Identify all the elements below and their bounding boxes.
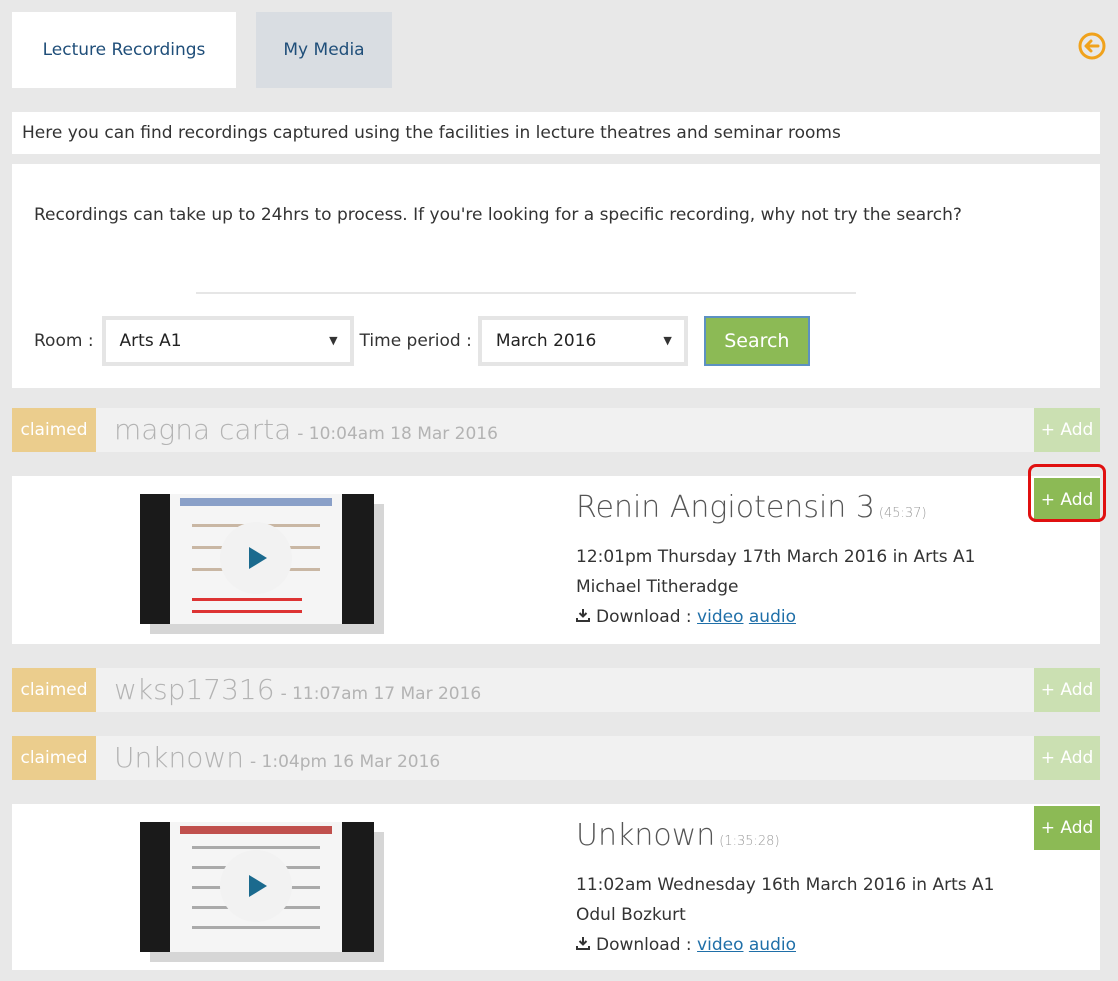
recording-card: Renin Angiotensin 3 (45:37) 12:01pm Thurs… — [12, 464, 1106, 644]
claimed-badge: claimed — [12, 408, 96, 452]
card-info: 12:01pm Thursday 17th March 2016 in Arts… — [576, 542, 975, 632]
time-period-select[interactable]: March 2016 ▼ — [477, 316, 688, 366]
recording-row[interactable]: claimed wksp17316 - 11:07am 17 Mar 2016 … — [12, 668, 1100, 712]
recording-time: - 10:04am 18 Mar 2016 — [297, 424, 498, 444]
audio-link[interactable]: audio — [749, 935, 796, 955]
duration: (1:35:28) — [719, 834, 780, 849]
card-title: Renin Angiotensin 3 (45:37) — [576, 490, 927, 525]
card-datetime: 12:01pm Thursday 17th March 2016 in Arts… — [576, 547, 976, 567]
card-title: Unknown (1:35:28) — [576, 818, 780, 853]
chevron-down-icon: ▼ — [663, 334, 672, 347]
recording-name: Unknown — [114, 741, 244, 774]
slide-title-bar — [180, 826, 332, 834]
add-button[interactable]: + Add — [1034, 408, 1100, 452]
tab-bar: Lecture Recordings My Media — [12, 12, 392, 88]
room-select[interactable]: Arts A1 ▼ — [101, 316, 354, 366]
recording-time: - 11:07am 17 Mar 2016 — [280, 684, 482, 704]
search-panel: Recordings can take up to 24hrs to proce… — [12, 164, 1100, 388]
row-title: magna carta - 10:04am 18 Mar 2016 — [114, 408, 498, 452]
search-note: Recordings can take up to 24hrs to proce… — [34, 205, 962, 225]
add-button[interactable]: + Add — [1034, 806, 1100, 850]
recording-time: - 1:04pm 16 Mar 2016 — [249, 752, 441, 772]
row-title: Unknown - 1:04pm 16 Mar 2016 — [114, 736, 440, 780]
filters: Room : Arts A1 ▼ Time period : March 201… — [34, 316, 810, 366]
tab-lecture-recordings[interactable]: Lecture Recordings — [12, 12, 236, 88]
tab-my-media[interactable]: My Media — [256, 12, 392, 88]
row-title: wksp17316 - 11:07am 17 Mar 2016 — [114, 668, 481, 712]
chevron-down-icon: ▼ — [329, 334, 338, 347]
video-link[interactable]: video — [697, 935, 743, 955]
slide-line — [192, 926, 320, 929]
audio-link[interactable]: audio — [749, 607, 796, 627]
add-button[interactable]: + Add — [1034, 668, 1100, 712]
video-link[interactable]: video — [697, 607, 743, 627]
slide-line — [192, 610, 302, 613]
video-thumbnail[interactable] — [140, 822, 374, 952]
download-label: Download : — [596, 607, 692, 627]
download-icon — [576, 930, 592, 960]
card-presenter: Odul Bozkurt — [576, 905, 686, 925]
search-button[interactable]: Search — [703, 316, 810, 366]
recording-row[interactable]: claimed magna carta - 10:04am 18 Mar 201… — [12, 408, 1100, 452]
time-period-label: Time period : — [359, 331, 472, 351]
card-datetime: 11:02am Wednesday 16th March 2016 in Art… — [576, 875, 995, 895]
highlight-box — [1028, 464, 1106, 522]
intro-text: Here you can find recordings captured us… — [12, 112, 1100, 154]
video-thumbnail[interactable] — [140, 494, 374, 624]
claimed-badge: claimed — [12, 736, 96, 780]
divider — [196, 292, 856, 294]
card-presenter: Michael Titheradge — [576, 577, 739, 597]
card-title-text: Renin Angiotensin 3 — [576, 490, 875, 525]
slide-line — [192, 598, 302, 601]
play-icon[interactable] — [220, 522, 292, 594]
download-icon — [576, 602, 592, 632]
duration: (45:37) — [878, 506, 927, 521]
time-period-select-value: March 2016 — [495, 331, 597, 351]
download-label: Download : — [596, 935, 692, 955]
claimed-badge: claimed — [12, 668, 96, 712]
recording-name: wksp17316 — [114, 673, 275, 706]
recording-row[interactable]: claimed Unknown - 1:04pm 16 Mar 2016 + A… — [12, 736, 1100, 780]
play-icon[interactable] — [220, 850, 292, 922]
room-select-value: Arts A1 — [119, 331, 182, 351]
back-arrow-icon[interactable] — [1078, 32, 1106, 60]
card-info: 11:02am Wednesday 16th March 2016 in Art… — [576, 870, 994, 960]
card-title-text: Unknown — [576, 818, 716, 853]
recording-name: magna carta — [114, 413, 292, 446]
slide-line — [192, 846, 320, 849]
room-label: Room : — [34, 331, 94, 351]
download-line: Download : video audio — [576, 930, 994, 960]
download-line: Download : video audio — [576, 602, 975, 632]
recording-card: Unknown (1:35:28) 11:02am Wednesday 16th … — [12, 804, 1100, 970]
add-button[interactable]: + Add — [1034, 736, 1100, 780]
slide-title-bar — [180, 498, 332, 506]
